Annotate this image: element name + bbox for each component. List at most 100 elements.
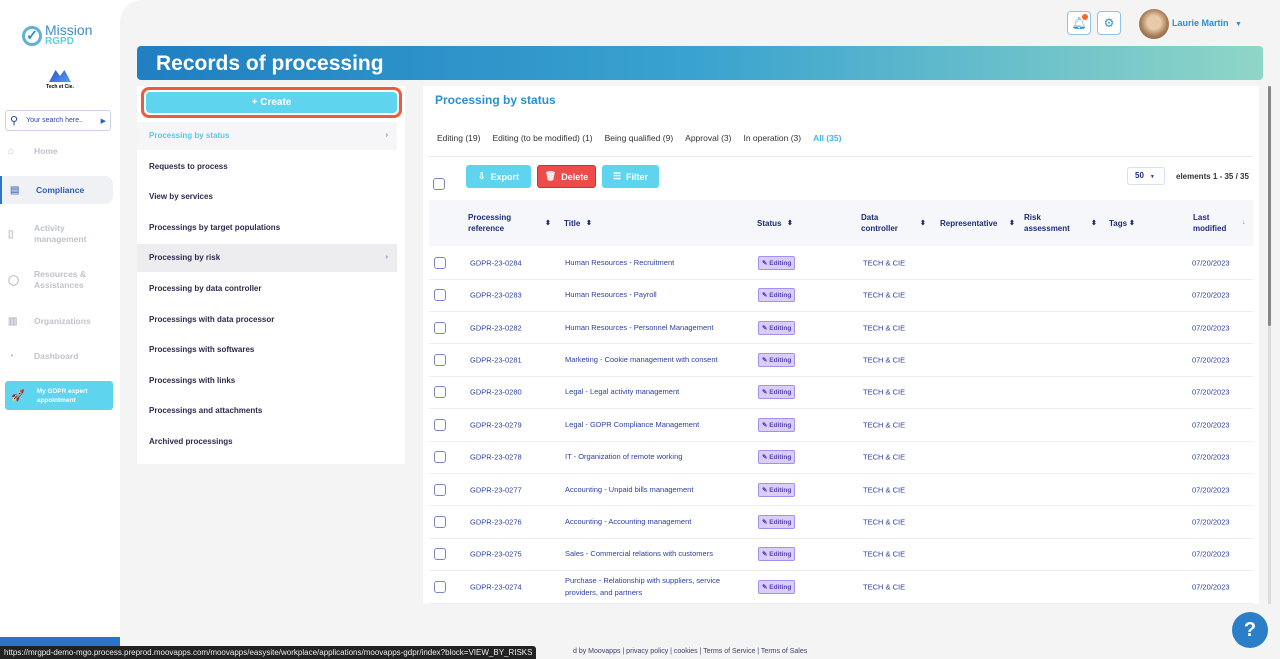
nav-resources[interactable]: ◯ Resources & Assistances [0,268,113,292]
sort-icon[interactable]: ⬍ [1129,219,1135,227]
col-representative[interactable]: Representative [940,200,997,246]
search-submit-icon[interactable]: ▶ [101,117,106,125]
tab-in-operation[interactable]: In operation (3) [743,133,801,143]
table-row[interactable]: GDPR-23-0279 Legal - GDPR Compliance Mana… [429,409,1253,442]
processing-reference[interactable]: GDPR-23-0277 [470,485,522,494]
col-risk-assessment[interactable]: Risk assessment [1024,200,1084,246]
left-menu-item[interactable]: Processings with links [137,367,397,395]
processing-reference[interactable]: GDPR-23-0279 [470,420,522,429]
left-menu-item[interactable]: Processings by target populations [137,214,397,242]
nav-organizations[interactable]: ▥ Organizations [0,314,113,328]
left-menu-item[interactable]: View by services [137,183,397,211]
row-checkbox[interactable] [434,321,446,334]
col-last-modified[interactable]: Last modified [1193,200,1233,246]
filter-button[interactable]: ☰ Filter [602,165,659,188]
row-checkbox[interactable] [434,386,446,399]
help-button[interactable]: ? [1232,612,1268,648]
nav-dashboard[interactable]: ◔ Dashboard [0,349,113,363]
processing-reference[interactable]: GDPR-23-0278 [470,453,522,462]
processing-title[interactable]: Marketing - Cookie management with conse… [565,354,740,366]
export-button[interactable]: ⇩ Export [466,165,531,188]
row-checkbox[interactable] [434,256,446,269]
table-row[interactable]: GDPR-23-0276 Accounting - Accounting mana… [429,506,1253,539]
row-checkbox[interactable] [434,515,446,528]
left-menu-item[interactable]: Processings and attachments [137,397,397,425]
sort-icon[interactable]: ⬍ [545,219,551,227]
left-menu-item[interactable]: Archived processings [137,428,397,456]
table-row[interactable]: GDPR-23-0280 Legal - Legal activity manag… [429,377,1253,410]
select-all-checkbox[interactable] [433,178,445,190]
table-row[interactable]: GDPR-23-0284 Human Resources - Recruitmen… [429,247,1253,280]
row-checkbox[interactable] [434,580,446,593]
row-checkbox[interactable] [434,289,446,302]
row-checkbox[interactable] [434,451,446,464]
nav-activity-management[interactable]: ▯ Activity management [0,222,113,246]
user-menu[interactable]: Laurie Martin ▼ [1172,18,1242,28]
sort-icon[interactable]: ⬍ [586,219,592,227]
mission-rgpd-logo[interactable]: ✓ Mission RGPD [22,23,92,47]
search-input[interactable]: ⚲ Your search here.. ▶ [5,110,111,131]
avatar[interactable] [1139,9,1169,39]
table-row[interactable]: GDPR-23-0281 Marketing - Cookie managemen… [429,344,1253,377]
processing-reference[interactable]: GDPR-23-0274 [470,582,522,591]
sort-icon[interactable]: ⬍ [1091,219,1097,227]
sort-icon[interactable]: ⬍ [920,219,926,227]
col-status[interactable]: Status [757,200,781,246]
col-title[interactable]: Title [564,200,580,246]
per-page-select[interactable]: 50 ▼ [1127,167,1165,185]
left-menu-item[interactable]: Processings with softwares [137,336,397,364]
processing-title[interactable]: Human Resources - Recruitment [565,257,740,269]
processing-title[interactable]: Human Resources - Personnel Management [565,322,740,334]
row-checkbox[interactable] [434,548,446,561]
footer-links[interactable]: d by Moovapps | privacy policy | cookies… [573,648,807,655]
sort-down-icon[interactable]: ↓ [1242,219,1246,226]
tab-being-qualified[interactable]: Being qualified (9) [605,133,674,143]
processing-title[interactable]: Legal - Legal activity management [565,386,740,398]
processing-title[interactable]: IT - Organization of remote working [565,451,740,463]
tab-approval[interactable]: Approval (3) [685,133,731,143]
row-checkbox[interactable] [434,418,446,431]
processing-reference[interactable]: GDPR-23-0280 [470,388,522,397]
tab-all[interactable]: All (35) [813,133,841,143]
nav-home[interactable]: ⌂ Home [0,144,113,158]
tab-editing[interactable]: Editing (19) [437,133,480,143]
left-menu-item[interactable]: Processing by status › [137,122,397,150]
processing-title[interactable]: Human Resources - Payroll [565,289,740,301]
processing-reference[interactable]: GDPR-23-0282 [470,323,522,332]
processing-title[interactable]: Sales - Commercial relations with custom… [565,548,740,560]
delete-button[interactable]: 🗑︎ Delete [537,165,596,188]
processing-title[interactable]: Accounting - Unpaid bills management [565,484,740,496]
row-checkbox[interactable] [434,353,446,366]
settings-button[interactable]: ⚙ [1097,11,1121,35]
left-menu-item[interactable]: Processings with data processor [137,306,397,334]
left-menu-item[interactable]: Processing by risk › [137,244,397,273]
processing-reference[interactable]: GDPR-23-0275 [470,550,522,559]
row-checkbox[interactable] [434,483,446,496]
processing-reference[interactable]: GDPR-23-0276 [470,517,522,526]
sort-icon[interactable]: ⬍ [1009,219,1015,227]
gdpr-expert-appointment-button[interactable]: 🚀 My GDPR expert appointment [5,381,113,410]
left-menu-item[interactable]: Processing by data controller [137,275,397,303]
col-data-controller[interactable]: Data controller [861,200,911,246]
notifications-button[interactable]: 🔔︎ [1067,11,1091,35]
nav-compliance[interactable]: ▤ Compliance [0,176,113,204]
table-row[interactable]: GDPR-23-0278 IT - Organization of remote … [429,441,1253,474]
left-menu-item[interactable]: Requests to process [137,153,397,181]
table-row[interactable]: GDPR-23-0283 Human Resources - Payroll ✎ E… [429,279,1253,312]
create-button[interactable]: + Create [141,87,402,118]
table-row[interactable]: GDPR-23-0282 Human Resources - Personnel … [429,312,1253,345]
col-tags[interactable]: Tags [1109,200,1127,246]
processing-title[interactable]: Purchase - Relationship with suppliers, … [565,575,740,599]
table-row[interactable]: GDPR-23-0277 Accounting - Unpaid bills ma… [429,474,1253,507]
tab-editing-to-be-modified[interactable]: Editing (to be modified) (1) [492,133,592,143]
table-row[interactable]: GDPR-23-0275 Sales - Commercial relations… [429,539,1253,572]
sort-icon[interactable]: ⬍ [787,219,793,227]
scrollbar[interactable] [1268,86,1271,604]
processing-reference[interactable]: GDPR-23-0284 [470,258,522,267]
processing-title[interactable]: Accounting - Accounting management [565,516,740,528]
processing-reference[interactable]: GDPR-23-0281 [470,355,522,364]
processing-title[interactable]: Legal - GDPR Compliance Management [565,419,740,431]
table-row[interactable]: GDPR-23-0274 Purchase - Relationship with… [429,571,1253,604]
processing-reference[interactable]: GDPR-23-0283 [470,291,522,300]
col-processing-reference[interactable]: Processing reference [468,200,528,246]
